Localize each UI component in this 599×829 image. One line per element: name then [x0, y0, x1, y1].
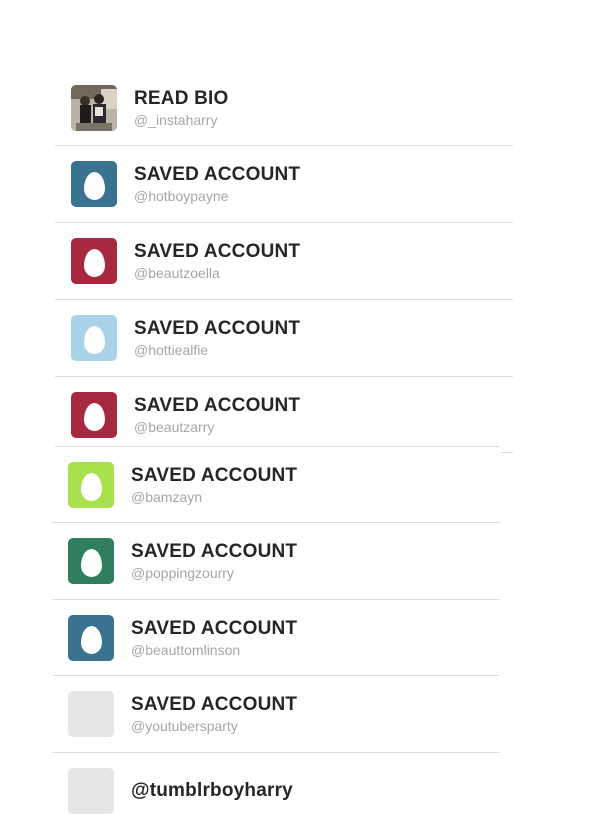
account-title: SAVED ACCOUNT [134, 164, 301, 185]
account-row-beautzarry[interactable]: SAVED ACCOUNT @beautzarry [55, 377, 513, 453]
account-row-tumblrboyharry[interactable]: @tumblrboyharry [52, 753, 500, 829]
avatar [71, 238, 117, 284]
account-handle: @bamzayn [131, 489, 203, 505]
profile-photo [71, 85, 117, 131]
avatar [71, 315, 117, 361]
account-title: SAVED ACCOUNT [134, 318, 301, 339]
avatar [68, 538, 114, 584]
account-row-hottiealfie[interactable]: SAVED ACCOUNT @hottiealfie [55, 300, 513, 376]
account-handle: @hotboypayne [134, 188, 229, 204]
account-handle: @beauttomlinson [131, 642, 241, 658]
account-list: READ BIO @_instaharry SAVED ACCOUNT @hot… [0, 0, 599, 817]
avatar [68, 615, 114, 661]
account-row-bamzayn[interactable]: SAVED ACCOUNT @bamzayn [52, 447, 500, 523]
account-title: SAVED ACCOUNT [131, 541, 298, 562]
account-title: SAVED ACCOUNT [134, 395, 301, 416]
account-row-beauttomlinson[interactable]: SAVED ACCOUNT @beauttomlinson [52, 600, 500, 676]
egg-icon [80, 625, 102, 654]
account-row-youtubersparty[interactable]: SAVED ACCOUNT @youtubersparty [52, 676, 500, 752]
egg-icon [80, 472, 102, 501]
account-handle: @youtubersparty [131, 718, 238, 734]
avatar [68, 768, 114, 814]
account-title: SAVED ACCOUNT [131, 694, 298, 715]
account-handle: @beautzarry [134, 419, 215, 435]
account-row-poppingzourry[interactable]: SAVED ACCOUNT @poppingzourry [52, 523, 500, 599]
account-title: SAVED ACCOUNT [131, 618, 298, 639]
account-row-instaharry[interactable]: READ BIO @_instaharry [55, 70, 513, 146]
account-title: SAVED ACCOUNT [134, 241, 301, 262]
avatar [71, 85, 117, 131]
egg-icon [83, 171, 105, 200]
account-title: SAVED ACCOUNT [131, 465, 298, 486]
egg-icon [83, 325, 105, 354]
avatar [68, 691, 114, 737]
egg-icon [80, 548, 102, 577]
account-handle: @hottiealfie [134, 342, 209, 358]
egg-icon [83, 402, 105, 431]
account-row-beautzoella[interactable]: SAVED ACCOUNT @beautzoella [55, 223, 513, 299]
account-title: @tumblrboyharry [131, 780, 293, 801]
avatar [71, 161, 117, 207]
account-handle: @_instaharry [134, 112, 218, 128]
account-row-hotboypayne[interactable]: SAVED ACCOUNT @hotboypayne [55, 146, 513, 222]
avatar [68, 462, 114, 508]
avatar [71, 392, 117, 438]
egg-icon [83, 248, 105, 277]
account-handle: @beautzoella [134, 265, 220, 281]
divider-fragment [500, 452, 513, 453]
account-handle: @poppingzourry [131, 565, 234, 581]
account-title: READ BIO [134, 88, 229, 109]
